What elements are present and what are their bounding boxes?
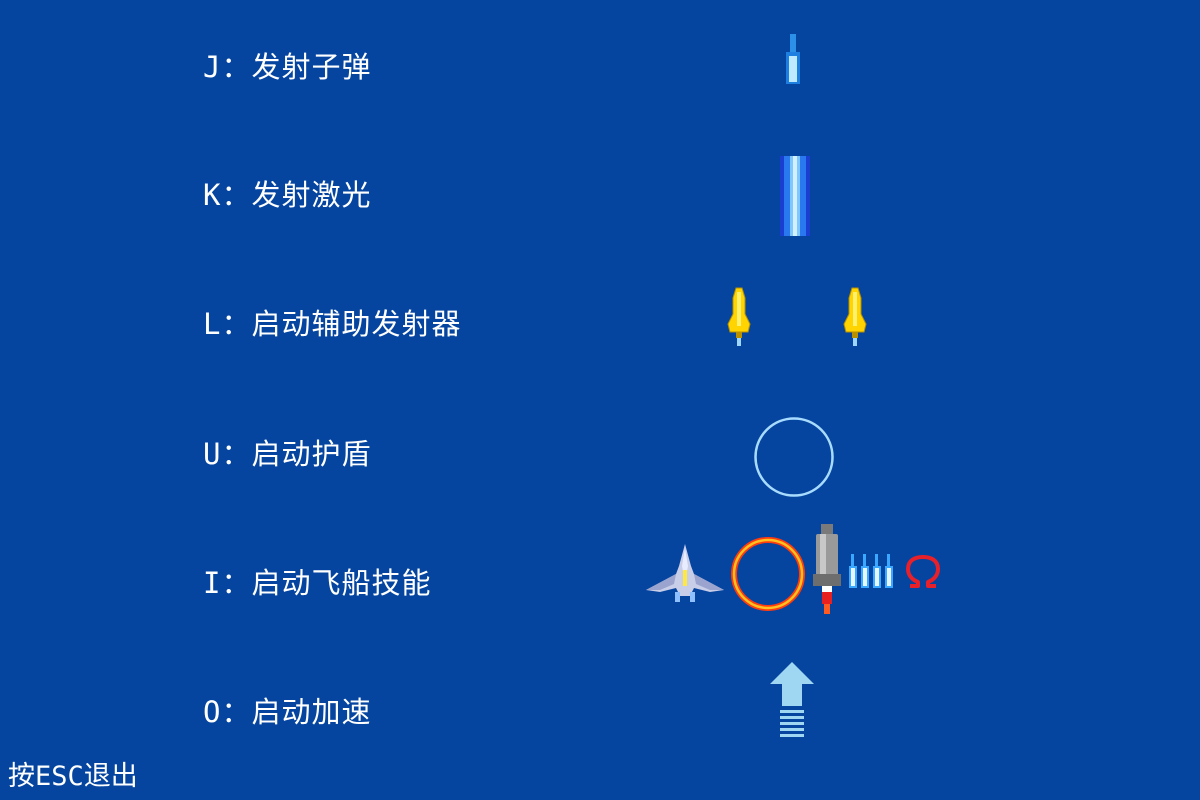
control-label-k: K：发射激光 xyxy=(203,178,372,212)
missile-icon xyxy=(813,524,841,614)
fire-ring-icon xyxy=(731,537,805,611)
control-label-l: L：启动辅助发射器 xyxy=(203,307,462,341)
omega-icon xyxy=(906,555,940,588)
laser-icon xyxy=(780,156,810,236)
control-label-u: U：启动护盾 xyxy=(203,437,372,471)
control-label-j: J：发射子弹 xyxy=(203,50,372,84)
shield-icon xyxy=(754,417,834,497)
control-label-o: O：启动加速 xyxy=(203,695,372,729)
auxiliary-launcher-right-icon xyxy=(843,287,867,346)
controls-help-screen: J：发射子弹 K：发射激光 L：启动辅助发射器 U：启动护盾 I：启动飞船技能 xyxy=(0,0,1200,800)
multi-shot-icon xyxy=(849,554,893,588)
control-label-i: I：启动飞船技能 xyxy=(203,566,432,600)
fighter-ship-icon xyxy=(646,544,724,602)
boost-arrow-icon xyxy=(770,662,814,737)
bullet-icon xyxy=(786,34,800,84)
exit-hint: 按ESC退出 xyxy=(8,761,138,792)
auxiliary-launcher-left-icon xyxy=(727,287,751,346)
